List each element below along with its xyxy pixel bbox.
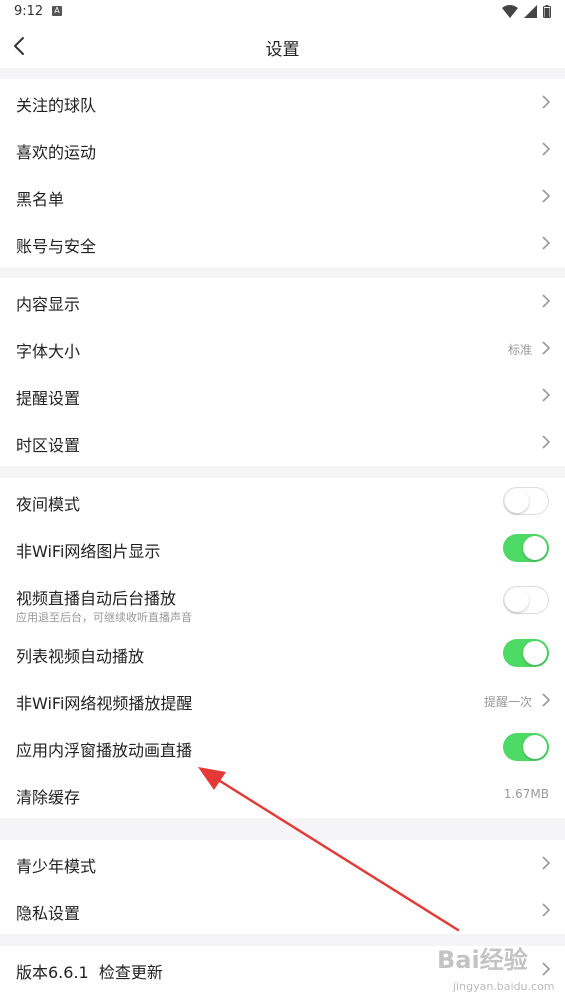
row-label: 黑名单 — [16, 190, 65, 209]
row-label: 应用内浮窗播放动画直播 — [16, 741, 193, 760]
row-blacklist[interactable]: 黑名单 — [0, 173, 565, 220]
row-label: 青少年模式 — [16, 857, 97, 876]
chevron-right-icon — [542, 435, 551, 449]
notification-icon: A — [52, 6, 62, 16]
row-night-mode: 夜间模式 — [0, 478, 565, 525]
floating-window-toggle[interactable] — [503, 733, 549, 761]
list-video-autoplay-toggle[interactable] — [503, 639, 549, 667]
row-label: 喜欢的运动 — [16, 143, 97, 162]
row-teen-mode[interactable]: 青少年模式 — [0, 840, 565, 887]
status-time: 9:12 — [14, 4, 44, 19]
row-label: 提醒设置 — [16, 389, 81, 408]
chevron-right-icon — [542, 142, 551, 156]
battery-icon — [543, 5, 551, 18]
settings-group-privacy: 青少年模式 隐私设置 — [0, 840, 565, 934]
row-label: 内容显示 — [16, 295, 81, 314]
row-list-video-autoplay: 列表视频自动播放 — [0, 630, 565, 677]
row-label: 时区设置 — [16, 436, 81, 455]
row-label: 非WiFi网络图片显示 — [16, 542, 161, 561]
row-label: 视频直播自动后台播放 — [16, 589, 177, 608]
watermark: Bai经验 jingyan.baidu.com — [427, 938, 557, 1000]
settings-group-playback: 夜间模式 非WiFi网络图片显示 视频直播自动后台播放 应用退至后台，可继续收听… — [0, 478, 565, 818]
row-nonwifi-image-display: 非WiFi网络图片显示 — [0, 525, 565, 572]
cache-size-value: 1.67MB — [503, 787, 549, 801]
chevron-right-icon — [542, 856, 551, 870]
toggle-knob — [505, 588, 529, 612]
font-size-value: 标准 — [507, 343, 532, 357]
watermark-logo: Bai经验 — [437, 946, 528, 974]
watermark-url: jingyan.baidu.com — [453, 980, 555, 993]
row-timezone-settings[interactable]: 时区设置 — [0, 419, 565, 466]
row-account-security[interactable]: 账号与安全 — [0, 220, 565, 267]
row-favorite-sports[interactable]: 喜欢的运动 — [0, 126, 565, 173]
toggle-knob — [523, 536, 547, 560]
toggle-knob — [505, 489, 529, 513]
toggle-knob — [523, 735, 547, 759]
page-title: 设置 — [265, 40, 300, 60]
background-playback-toggle[interactable] — [503, 586, 549, 614]
row-label: 版本6.6.1 检查更新 — [16, 963, 163, 982]
signal-icon — [524, 5, 537, 18]
row-background-live-playback: 视频直播自动后台播放 应用退至后台，可继续收听直播声音 — [0, 572, 565, 630]
row-font-size[interactable]: 字体大小 标准 — [0, 325, 565, 372]
row-label: 列表视频自动播放 — [16, 647, 145, 666]
chevron-right-icon — [542, 294, 551, 308]
status-bar: 9:12 A — [0, 0, 565, 24]
row-floating-window-live: 应用内浮窗播放动画直播 — [0, 724, 565, 771]
row-label: 字体大小 — [16, 342, 81, 361]
chevron-right-icon — [542, 95, 551, 109]
chevron-right-icon — [542, 189, 551, 203]
row-subtitle: 应用退至后台，可继续收听直播声音 — [16, 611, 192, 624]
wifi-icon — [502, 5, 518, 18]
chevron-right-icon — [542, 236, 551, 250]
chevron-right-icon — [542, 388, 551, 402]
row-followed-teams[interactable]: 关注的球队 — [0, 79, 565, 126]
row-reminder-settings[interactable]: 提醒设置 — [0, 372, 565, 419]
row-label: 隐私设置 — [16, 904, 81, 923]
row-clear-cache[interactable]: 清除缓存 1.67MB — [0, 771, 565, 818]
row-label: 账号与安全 — [16, 237, 97, 256]
row-label: 清除缓存 — [16, 788, 81, 807]
status-icons — [502, 5, 551, 18]
row-privacy-settings[interactable]: 隐私设置 — [0, 887, 565, 934]
chevron-right-icon — [542, 341, 551, 355]
chevron-right-icon — [542, 903, 551, 917]
settings-group-display: 内容显示 字体大小 标准 提醒设置 时区设置 — [0, 278, 565, 466]
title-bar: 设置 — [0, 24, 565, 68]
row-label: 关注的球队 — [16, 96, 97, 115]
row-label: 非WiFi网络视频播放提醒 — [16, 694, 193, 713]
night-mode-toggle[interactable] — [503, 487, 549, 515]
row-nonwifi-video-reminder[interactable]: 非WiFi网络视频播放提醒 提醒一次 — [0, 677, 565, 724]
row-label: 夜间模式 — [16, 495, 81, 514]
toggle-knob — [523, 641, 547, 665]
nonwifi-image-toggle[interactable] — [503, 534, 549, 562]
video-reminder-value: 提醒一次 — [483, 695, 532, 709]
chevron-right-icon — [542, 693, 551, 707]
settings-group-account: 关注的球队 喜欢的运动 黑名单 账号与安全 — [0, 79, 565, 267]
row-content-display[interactable]: 内容显示 — [0, 278, 565, 325]
